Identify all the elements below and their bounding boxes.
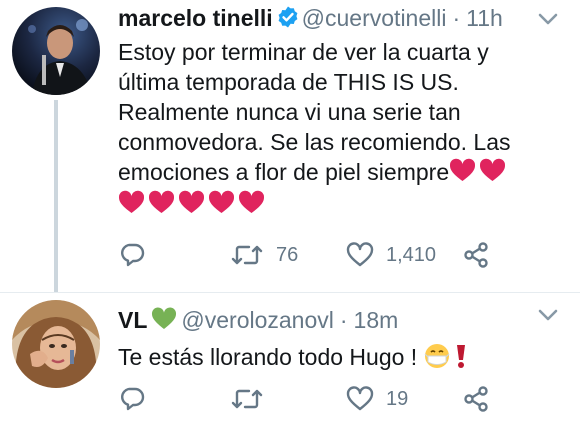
heart-outline-icon bbox=[346, 242, 374, 267]
reply-button[interactable] bbox=[118, 240, 146, 270]
red-heart-icon bbox=[148, 190, 175, 215]
tweet-text: Estoy por terminar de ver la cuarta y úl… bbox=[118, 37, 568, 219]
heart-emoji-group bbox=[449, 158, 509, 185]
tweet-text-line-with-emoji: emociones a flor de piel siempre bbox=[118, 157, 568, 187]
like-button[interactable]: 19 bbox=[346, 384, 408, 414]
separator-dot: · bbox=[452, 5, 461, 31]
thread-line bbox=[54, 100, 58, 292]
tweet-text-line: conmovedora. Se las recomiendo. Las bbox=[118, 129, 511, 155]
red-heart-icon bbox=[238, 190, 265, 215]
like-count: 1,410 bbox=[386, 243, 437, 266]
tweet[interactable]: marcelo tinelli @cuervotinelli · 11h Estoy … bbox=[0, 0, 580, 292]
tweet-actions: 76 1,410 bbox=[118, 240, 558, 270]
share-icon bbox=[464, 386, 488, 412]
share-button[interactable] bbox=[462, 240, 490, 270]
green-heart-icon bbox=[151, 307, 177, 337]
separator-dot: · bbox=[339, 307, 348, 333]
reply-button[interactable] bbox=[118, 384, 146, 414]
tweet-text-line: Estoy por terminar de ver la cuarta y bbox=[118, 39, 489, 65]
share-icon bbox=[464, 242, 488, 268]
verified-badge-icon bbox=[276, 5, 300, 35]
retweet-button[interactable] bbox=[230, 384, 264, 414]
tweet[interactable]: VL @verolozanovl · 18m Te estás llorando to… bbox=[0, 292, 580, 437]
retweet-icon bbox=[231, 389, 263, 409]
like-button[interactable]: 1,410 bbox=[346, 240, 436, 270]
red-heart-icon bbox=[118, 190, 145, 215]
retweet-icon bbox=[231, 245, 263, 265]
timestamp[interactable]: 11h bbox=[466, 5, 503, 31]
red-heart-icon bbox=[479, 158, 506, 183]
tweet-header: VL @verolozanovl · 18m bbox=[118, 306, 398, 337]
author-name[interactable]: marcelo tinelli bbox=[118, 5, 273, 31]
author-handle[interactable]: @verolozanovl bbox=[181, 307, 333, 333]
tweet-text-line: emociones a flor de piel siempre bbox=[118, 159, 450, 185]
share-button[interactable] bbox=[462, 384, 490, 414]
reply-icon bbox=[121, 387, 145, 411]
tweet-text-line: Te estás llorando todo Hugo ! bbox=[118, 344, 424, 370]
red-heart-icon bbox=[449, 158, 476, 183]
retweet-count: 76 bbox=[276, 243, 299, 266]
red-heart-icon bbox=[178, 190, 205, 215]
reply-icon bbox=[121, 243, 145, 267]
tweet-text: Te estás llorando todo Hugo ! bbox=[118, 342, 468, 376]
like-count: 19 bbox=[386, 387, 409, 410]
heart-outline-icon bbox=[346, 386, 374, 411]
author-name[interactable]: VL bbox=[118, 307, 147, 333]
author-handle[interactable]: @cuervotinelli bbox=[302, 5, 447, 31]
heart-emoji-group bbox=[118, 189, 568, 219]
avatar[interactable] bbox=[12, 300, 100, 388]
tweet-text-line: Realmente nunca vi una serie tan bbox=[118, 99, 461, 125]
tweet-text-line: última temporada de THIS IS US. bbox=[118, 69, 459, 95]
retweet-button[interactable]: 76 bbox=[230, 240, 298, 270]
face-with-mask-icon bbox=[424, 343, 450, 376]
avatar[interactable] bbox=[12, 7, 100, 95]
tweet-actions: 19 bbox=[118, 384, 558, 414]
timestamp[interactable]: 18m bbox=[354, 307, 399, 333]
chevron-down-icon[interactable] bbox=[538, 308, 558, 322]
tweet-header: marcelo tinelli @cuervotinelli · 11h bbox=[118, 4, 503, 35]
red-exclamation-icon bbox=[454, 343, 468, 376]
chevron-down-icon[interactable] bbox=[538, 12, 558, 26]
red-heart-icon bbox=[208, 190, 235, 215]
